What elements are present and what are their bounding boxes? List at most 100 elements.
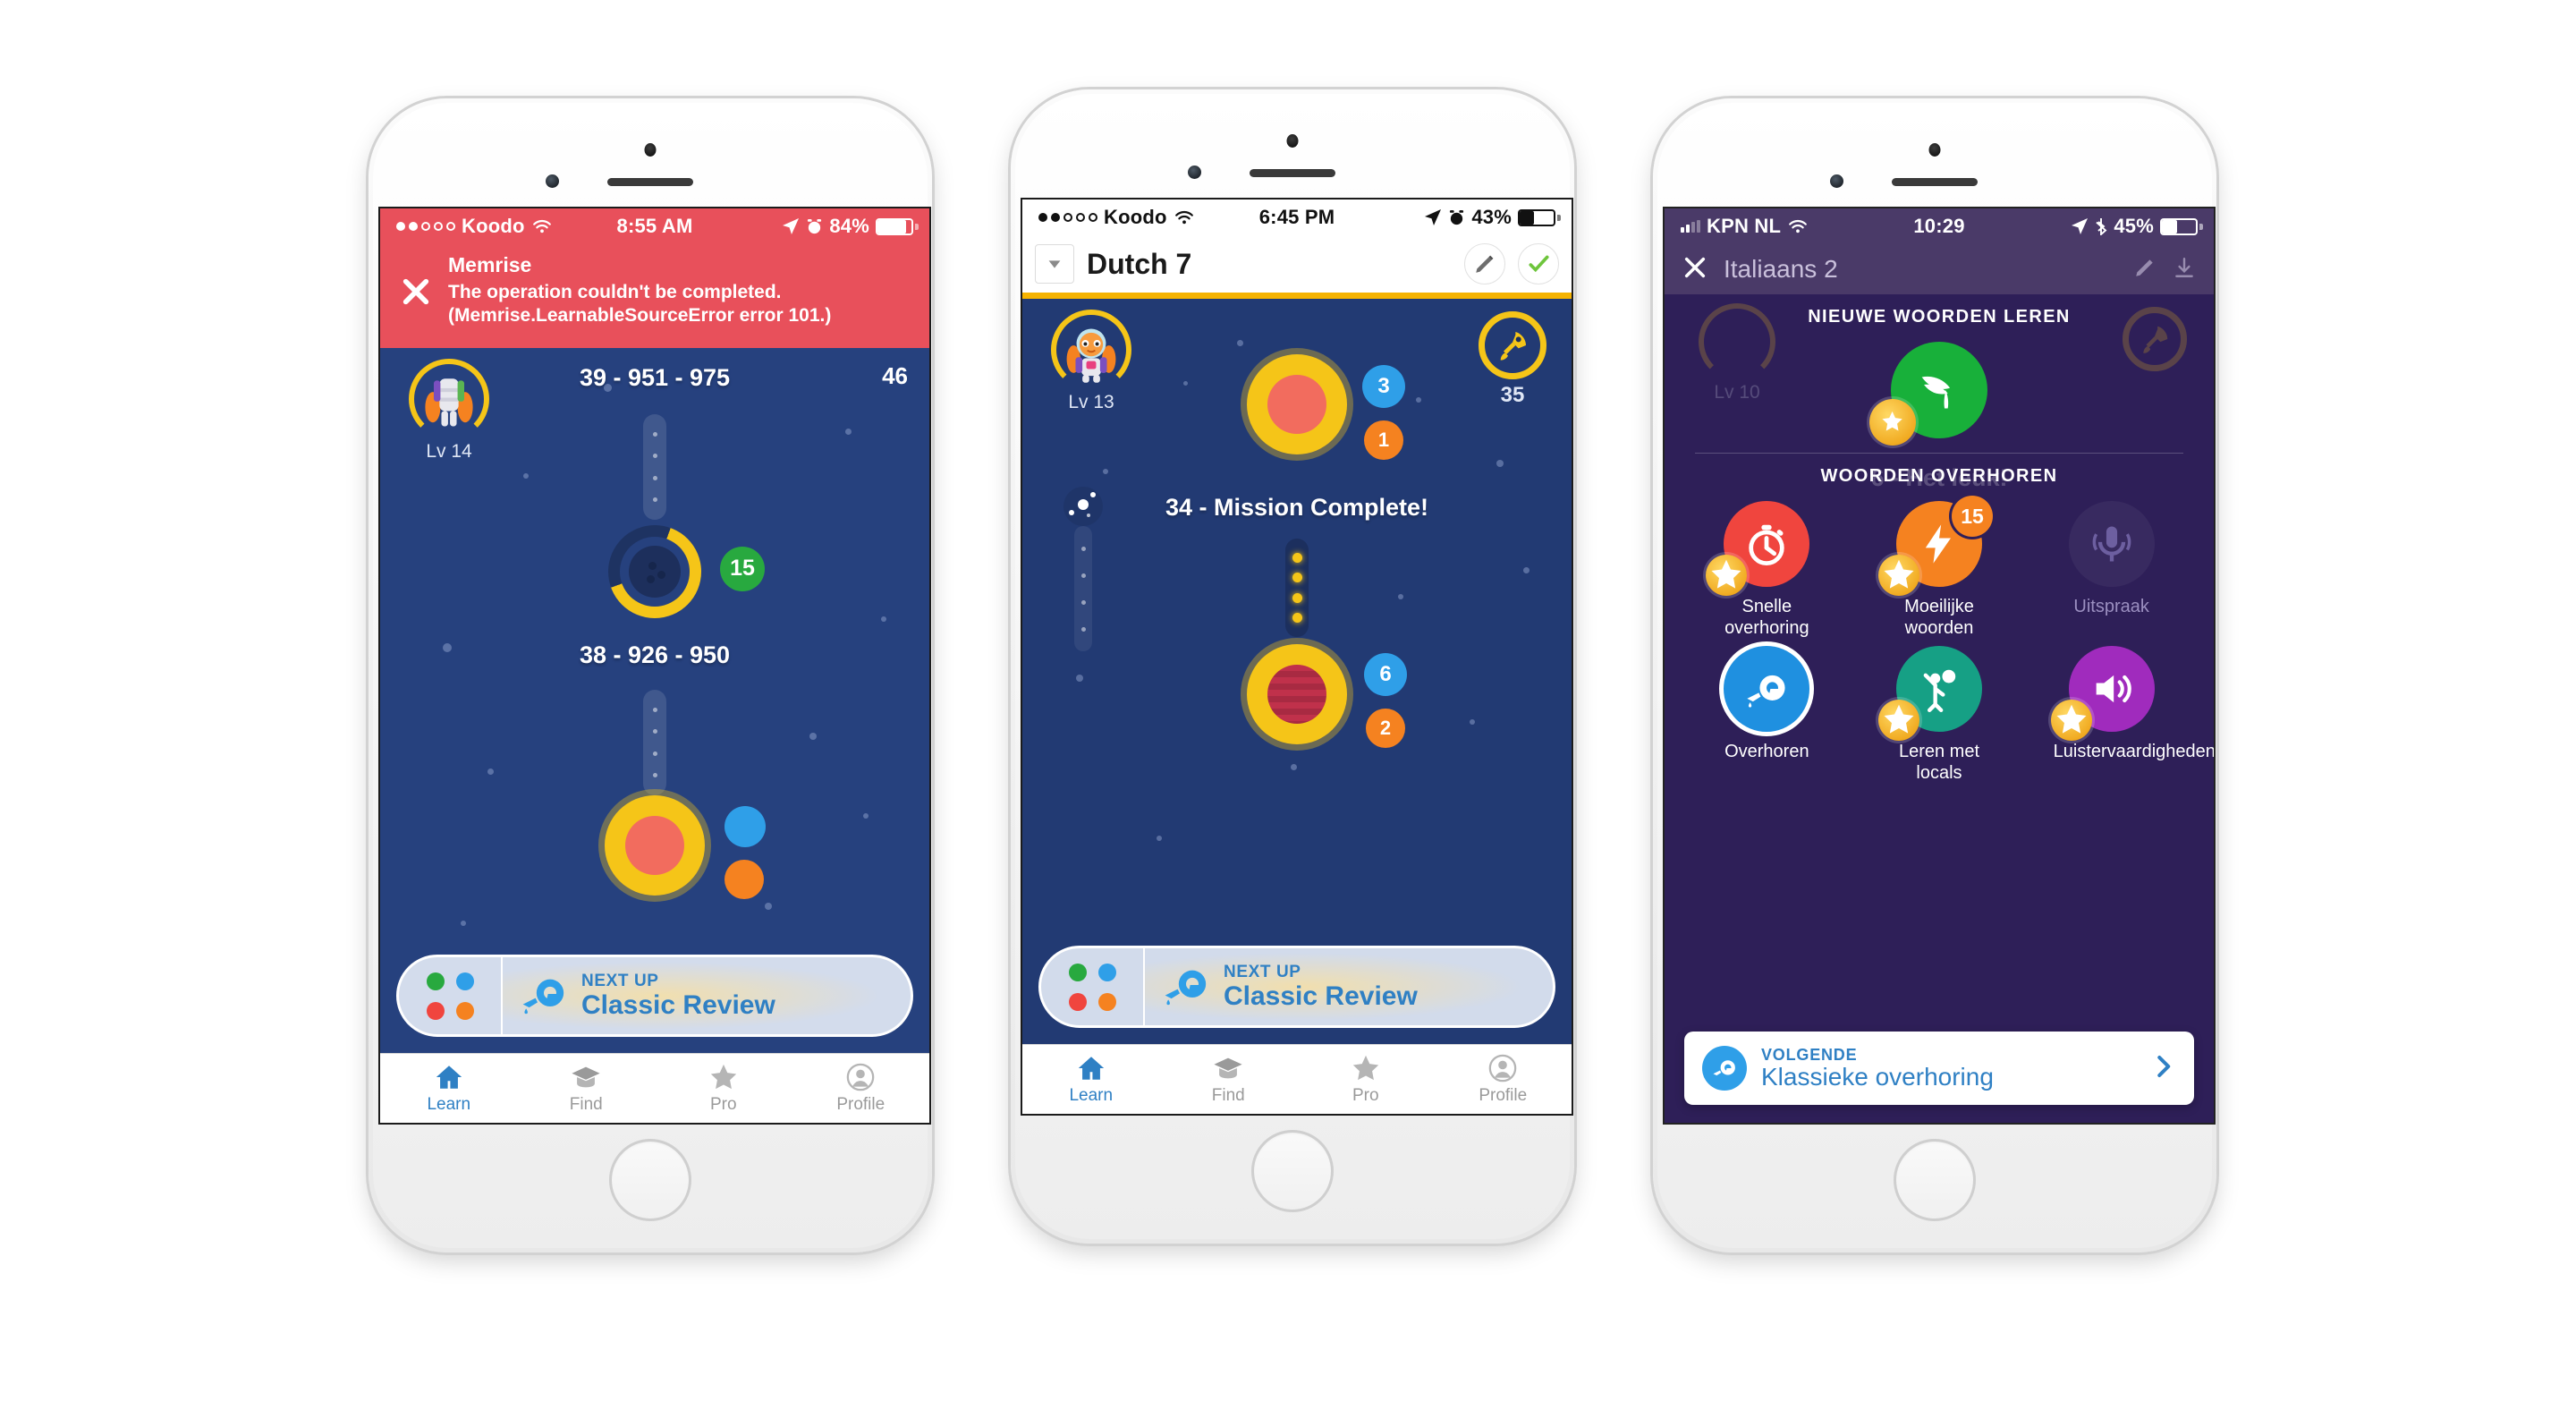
error-text: Memrise The operation couldn't be comple… [448, 253, 911, 328]
tab-learn[interactable]: Learn [1022, 1045, 1160, 1114]
next-up-kicker: NEXT UP [581, 971, 659, 990]
carrier-label: Koodo [462, 215, 525, 237]
overlay-header: Italiaans 2 [1665, 244, 2214, 294]
path-level-title-upper: 39 - 951 - 975 [579, 363, 731, 391]
front-camera-icon [1830, 174, 1843, 188]
mark-known-button[interactable] [1518, 243, 1559, 284]
planet-gold-icon [605, 794, 705, 896]
course-dropdown-button[interactable] [1035, 244, 1074, 284]
home-button[interactable] [1251, 1130, 1334, 1212]
tab-learn-label: Learn [1069, 1086, 1114, 1105]
node-badge-green[interactable]: 15 [720, 546, 765, 591]
star-coin-icon [1706, 555, 1748, 596]
earpiece-speaker [1250, 169, 1335, 177]
front-camera-icon [546, 174, 559, 188]
check-icon [1529, 255, 1549, 273]
planet-core-ringed [1248, 665, 1346, 724]
path-node-current[interactable] [608, 524, 701, 618]
download-icon[interactable] [2173, 256, 2196, 284]
error-message: The operation couldn't be completed. (Me… [448, 282, 832, 327]
tab-find[interactable]: Find [1160, 1045, 1298, 1114]
next-up-action[interactable]: NEXT UP Classic Review [503, 957, 911, 1034]
edit-course-button[interactable] [1464, 243, 1505, 284]
learn-new-words-button[interactable] [1869, 342, 1987, 446]
phone-1-screen: Koodo 8:55 AM 84% Memrise The operation … [380, 208, 929, 1123]
node-badge-blue-lower[interactable]: 6 [1364, 653, 1407, 696]
home-button[interactable] [1894, 1139, 1976, 1221]
avatar[interactable]: Lv 13 [1042, 310, 1140, 413]
mode-dots-icon [426, 972, 474, 1020]
tab-pro[interactable]: Pro [1297, 1045, 1435, 1114]
chevron-right-icon[interactable] [2149, 1053, 2176, 1084]
status-bar: Koodo 6:45 PM 43% [1022, 200, 1572, 235]
path-node-upper[interactable] [1247, 354, 1347, 454]
path-node-lower[interactable] [1247, 644, 1347, 744]
status-left: KPN NL [1681, 215, 1913, 238]
next-action-kicker: VOLGENDE [1761, 1045, 1858, 1064]
planting-hand-icon [1921, 376, 1951, 409]
tab-pro[interactable]: Pro [655, 1054, 792, 1123]
close-icon[interactable] [394, 253, 437, 307]
background-avatar: Lv 10 [1688, 303, 1786, 403]
star-coin-icon [1877, 555, 1919, 596]
earpiece-speaker [607, 178, 693, 186]
tab-profile[interactable]: Profile [1435, 1045, 1572, 1114]
stopwatch-icon [1749, 524, 1785, 566]
proximity-sensor-icon [644, 143, 657, 157]
next-action-title: Klassieke overhoring [1761, 1062, 1994, 1091]
next-up-bar[interactable]: NEXT UP Classic Review [1038, 946, 1555, 1028]
mode-circle [1724, 646, 1810, 732]
star-glyph [1711, 559, 1741, 589]
path-trail-upper [643, 413, 666, 520]
phone-3-screen: KPN NL 10:29 45% Italiaans 2 Lv 10 6 - H… [1665, 208, 2214, 1123]
planet-core [625, 815, 684, 875]
tab-find-label: Find [1211, 1086, 1245, 1105]
tab-learn[interactable]: Learn [380, 1054, 518, 1123]
rocket-progress[interactable]: 35 [1471, 311, 1554, 408]
tab-bar: Learn Find Pro Profile [380, 1053, 929, 1123]
tab-profile[interactable]: Profile [792, 1054, 930, 1123]
home-button[interactable] [609, 1139, 691, 1221]
error-banner[interactable]: Memrise The operation couldn't be comple… [380, 244, 929, 348]
avatar-ring [1051, 310, 1131, 390]
next-up-action[interactable]: NEXT UP Classic Review [1145, 948, 1553, 1025]
phone-3: KPN NL 10:29 45% Italiaans 2 Lv 10 6 - H… [1653, 98, 2216, 1252]
node-badge-orange-lower[interactable]: 2 [1366, 709, 1405, 748]
battery-icon [876, 218, 919, 235]
person-icon [846, 1063, 875, 1091]
mode-circle [2068, 501, 2155, 587]
star-coin-icon [2050, 700, 2092, 741]
learning-path-canvas: Lv 14 46 39 - 951 - 975 15 38 - 926 - 95… [380, 347, 929, 1053]
screenshot-stage: Koodo 8:55 AM 84% Memrise The operation … [0, 0, 2576, 1401]
node-badge-blue-upper[interactable]: 3 [1362, 365, 1405, 408]
battery-percent: 45% [2114, 215, 2154, 237]
path-trail-lower [643, 689, 666, 795]
next-up-bar[interactable]: NEXT UP Classic Review [396, 955, 913, 1037]
proximity-sensor-icon [1928, 143, 1941, 157]
status-time: 6:45 PM [1258, 206, 1335, 228]
pencil-icon[interactable] [2133, 256, 2157, 284]
signal-dots-icon [1038, 213, 1097, 222]
tab-bar: Learn Find Pro Profile [1022, 1044, 1572, 1114]
path-node-next[interactable] [605, 794, 705, 896]
next-up-modes-button[interactable] [399, 957, 503, 1034]
course-header: Dutch 7 [1022, 235, 1572, 293]
status-bar: KPN NL 10:29 45% [1665, 208, 2214, 244]
next-up-title: Classic Review [1224, 981, 1418, 1011]
star-icon [710, 1064, 736, 1090]
battery-percent: 43% [1471, 206, 1513, 228]
next-up-modes-button[interactable] [1041, 948, 1145, 1025]
tab-find[interactable]: Find [518, 1054, 656, 1123]
course-title: Dutch 7 [1087, 247, 1192, 280]
person-wave-icon [1923, 669, 1956, 712]
watering-can-icon [1702, 1046, 1747, 1091]
next-action-card[interactable]: VOLGENDE Klassieke overhoring [1684, 1032, 2194, 1105]
close-icon[interactable] [1682, 255, 1707, 284]
node-badge-orange [724, 859, 764, 899]
status-right: 84% [692, 215, 919, 238]
phone-1-body: Koodo 8:55 AM 84% Memrise The operation … [373, 103, 929, 1248]
phone-2-body: Koodo 6:45 PM 43% Dutch 7 Lv 13 35 3 1 3… [1015, 94, 1572, 1239]
phone-2-screen: Koodo 6:45 PM 43% Dutch 7 Lv 13 35 3 1 3… [1022, 200, 1572, 1114]
status-right: 45% [1965, 215, 2203, 238]
node-badge-orange-upper[interactable]: 1 [1364, 420, 1403, 460]
